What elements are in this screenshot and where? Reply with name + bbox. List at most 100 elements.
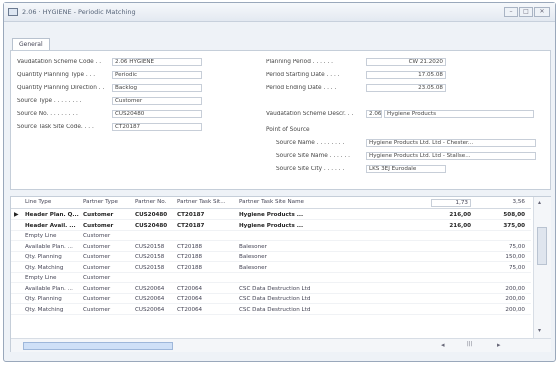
scheme-description-input[interactable]: Hygiene Products xyxy=(384,109,534,118)
scroll-down-icon[interactable]: ▾ xyxy=(538,327,541,334)
source-no-input[interactable]: CUS20480 xyxy=(112,109,202,118)
period-start-input[interactable]: 17.05.08 xyxy=(366,70,446,79)
table-row[interactable]: Available Plan. ... Customer CUS20064 CT200… xyxy=(11,284,531,294)
cell-partner-task-site-name[interactable]: Balesoner xyxy=(239,265,379,271)
planning-period-input[interactable]: CW 21.2020 xyxy=(366,57,446,66)
cell-partner-task-site[interactable]: CT20064 xyxy=(177,286,239,292)
cell-qty-2[interactable]: 200,00 xyxy=(481,296,525,302)
hscroll-thumb[interactable] xyxy=(23,342,173,350)
cell-partner-task-site[interactable]: CT20064 xyxy=(177,307,239,313)
scheme-code-input[interactable]: 2.06 HYGIENE xyxy=(112,57,202,66)
cell-partner-type[interactable]: Customer xyxy=(83,307,133,313)
table-row[interactable]: Empty Line Customer xyxy=(11,231,531,241)
cell-partner-no[interactable]: CUS20158 xyxy=(135,265,177,271)
scroll-right-icon[interactable]: ▸ xyxy=(497,341,501,349)
vertical-scrollbar[interactable]: ▴ ▾ xyxy=(533,197,551,338)
scroll-thumb[interactable] xyxy=(537,227,547,265)
cell-partner-type[interactable]: Customer xyxy=(83,286,133,292)
source-task-site-input[interactable]: CT20187 xyxy=(112,122,202,131)
planning-direction-input[interactable]: Backlog xyxy=(112,83,202,92)
cell-qty-2[interactable]: 375,00 xyxy=(481,223,525,229)
cell-partner-task-site-name[interactable]: Hygiene Products ... xyxy=(239,212,379,218)
cell-partner-no[interactable]: CUS20480 xyxy=(135,212,177,218)
cell-line-type[interactable]: Qty. Planning xyxy=(25,296,80,302)
cell-partner-no[interactable]: CUS20064 xyxy=(135,307,177,313)
cell-partner-task-site[interactable]: CT20187 xyxy=(177,212,239,218)
cell-partner-type[interactable]: Customer xyxy=(83,233,133,239)
cell-partner-type[interactable]: Customer xyxy=(83,223,133,229)
cell-partner-task-site[interactable]: CT20188 xyxy=(177,244,239,250)
source-site-city-input[interactable]: LKS 3EJ Eurodale xyxy=(366,164,446,173)
cell-partner-task-site[interactable]: CT20187 xyxy=(177,223,239,229)
source-site-name-input[interactable]: Hygiene Products Ltd. Ltd - Stallse... xyxy=(366,151,536,160)
field-source-task-site: Source Task Site Code. . . . CT20187 xyxy=(17,122,202,131)
tab-general[interactable]: General xyxy=(12,38,50,50)
scroll-grip-icon[interactable]: ||| xyxy=(467,341,472,347)
horizontal-scrollbar[interactable]: ◂ ||| ▸ xyxy=(11,338,551,352)
cell-qty-2[interactable]: 508,00 xyxy=(481,212,525,218)
cell-partner-task-site-name[interactable]: Balesoner xyxy=(239,254,379,260)
cell-qty-1[interactable]: 216,00 xyxy=(431,223,471,229)
cell-qty-2[interactable]: 75,00 xyxy=(481,244,525,250)
source-name-input[interactable]: Hygiene Products Ltd. Ltd - Chester... xyxy=(366,138,536,147)
cell-line-type[interactable]: Header Plan. Q... xyxy=(25,212,80,218)
table-row[interactable]: Header Avail. ... Customer CUS20480 CT20187… xyxy=(11,221,531,231)
scroll-up-icon[interactable]: ▴ xyxy=(538,199,541,206)
scheme-desc-code-input[interactable]: 2.06 xyxy=(366,109,382,118)
cell-line-type[interactable]: Available Plan. ... xyxy=(25,244,80,250)
cell-partner-task-site[interactable]: CT20188 xyxy=(177,254,239,260)
cell-partner-no[interactable]: CUS20158 xyxy=(135,244,177,250)
period-end-input[interactable]: 23.05.08 xyxy=(366,83,446,92)
cell-partner-task-site-name[interactable]: Hygiene Products ... xyxy=(239,223,379,229)
table-row[interactable]: Available Plan. ... Customer CUS20158 CT201… xyxy=(11,242,531,252)
scroll-left-icon[interactable]: ◂ xyxy=(441,341,445,349)
cell-qty-1[interactable]: 216,00 xyxy=(431,212,471,218)
field-source-name: Source Name . . . . . . . . Hygiene Prod… xyxy=(276,138,536,147)
cell-partner-type[interactable]: Customer xyxy=(83,244,133,250)
cell-line-type[interactable]: Qty. Planning xyxy=(25,254,80,260)
cell-partner-no[interactable]: CUS20064 xyxy=(135,286,177,292)
minimize-button[interactable]: – xyxy=(504,7,518,17)
col-line-type[interactable]: Line Type xyxy=(25,199,80,205)
close-button[interactable]: ✕ xyxy=(534,7,550,17)
cell-line-type[interactable]: Header Avail. ... xyxy=(25,223,80,229)
col-partner-task-site-name[interactable]: Partner Task Site Name xyxy=(239,199,379,205)
cell-line-type[interactable]: Qty. Matching xyxy=(25,265,80,271)
cell-partner-task-site-name[interactable]: Balesoner xyxy=(239,244,379,250)
cell-qty-2[interactable]: 150,00 xyxy=(481,254,525,260)
maximize-button[interactable]: □ xyxy=(519,7,533,17)
cell-partner-task-site[interactable]: CT20064 xyxy=(177,296,239,302)
cell-qty-2[interactable]: 200,00 xyxy=(481,286,525,292)
table-row[interactable]: Qty. Matching Customer CUS20158 CT20188 Bale… xyxy=(11,263,531,273)
cell-qty-2[interactable]: 75,00 xyxy=(481,265,525,271)
col-partner-task-site[interactable]: Partner Task Sit... xyxy=(177,199,239,205)
col-partner-no[interactable]: Partner No. xyxy=(135,199,177,205)
cell-partner-type[interactable]: Customer xyxy=(83,275,133,281)
table-row[interactable]: Empty Line Customer xyxy=(11,273,531,283)
table-row[interactable]: Qty. Planning Customer CUS20158 CT20188 Bale… xyxy=(11,252,531,262)
cell-partner-task-site[interactable]: CT20188 xyxy=(177,265,239,271)
cell-line-type[interactable]: Qty. Matching xyxy=(25,307,80,313)
cell-partner-no[interactable]: CUS20158 xyxy=(135,254,177,260)
cell-line-type[interactable]: Empty Line xyxy=(25,233,80,239)
cell-partner-type[interactable]: Customer xyxy=(83,296,133,302)
cell-partner-task-site-name[interactable]: CSC Data Destruction Ltd xyxy=(239,286,379,292)
source-type-input[interactable]: Customer xyxy=(112,96,202,105)
cell-partner-type[interactable]: Customer xyxy=(83,265,133,271)
cell-partner-type[interactable]: Customer xyxy=(83,212,133,218)
cell-partner-task-site-name[interactable]: CSC Data Destruction Ltd xyxy=(239,307,379,313)
planning-type-input[interactable]: Periodic xyxy=(112,70,202,79)
cell-partner-type[interactable]: Customer xyxy=(83,254,133,260)
cell-partner-task-site-name[interactable]: CSC Data Destruction Ltd xyxy=(239,296,379,302)
cell-line-type[interactable]: Empty Line xyxy=(25,275,80,281)
cell-qty-2[interactable]: 200,00 xyxy=(481,307,525,313)
table-row[interactable]: Qty. Planning Customer CUS20064 CT20064 CSC … xyxy=(11,294,531,304)
cell-partner-no[interactable]: CUS20064 xyxy=(135,296,177,302)
col-qty-1[interactable]: 1,73 xyxy=(431,199,471,207)
cell-line-type[interactable]: Available Plan. ... xyxy=(25,286,80,292)
col-partner-type[interactable]: Partner Type xyxy=(83,199,133,205)
table-row[interactable]: Qty. Matching Customer CUS20064 CT20064 CSC … xyxy=(11,305,531,315)
table-row[interactable]: ▶ Header Plan. Q... Customer CUS20480 CT2018… xyxy=(11,210,531,220)
cell-partner-no[interactable]: CUS20480 xyxy=(135,223,177,229)
col-qty-2[interactable]: 3,56 xyxy=(481,199,525,205)
